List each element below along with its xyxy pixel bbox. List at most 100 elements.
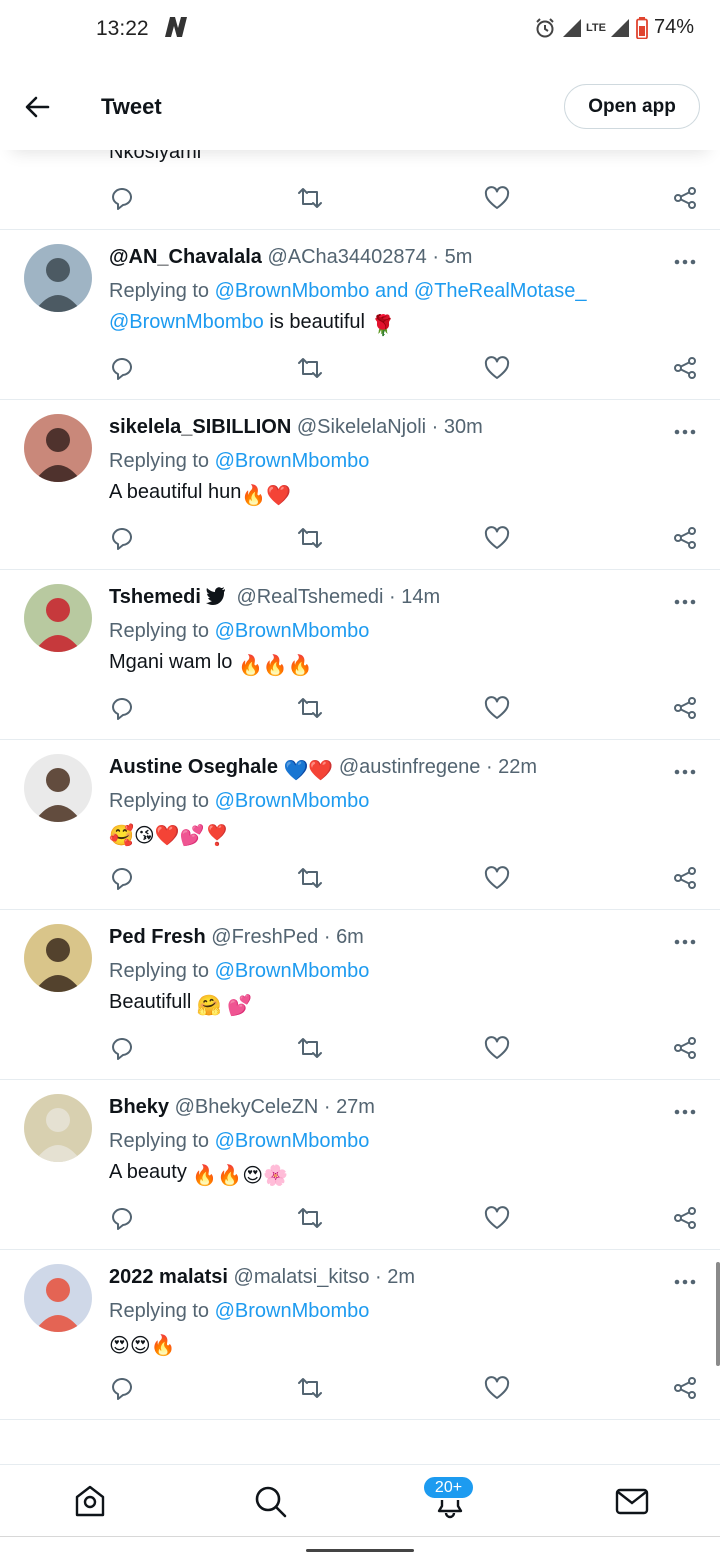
reply-button[interactable]	[109, 865, 135, 891]
replies-feed[interactable]: Busani Mdluli @busani_mdluli · 14mReplyi…	[0, 115, 720, 1465]
scrollbar-thumb[interactable]	[716, 1262, 720, 1366]
author-handle[interactable]: @austinfregene	[339, 756, 481, 778]
like-button[interactable]	[484, 1035, 510, 1061]
nav-messages-button[interactable]	[614, 1483, 650, 1519]
reply-tweet[interactable]: @AN_Chavalala @ACha34402874 · 5m Replying…	[0, 230, 720, 400]
author-handle[interactable]: @ACha34402874	[267, 246, 426, 268]
reply-button[interactable]	[109, 355, 135, 381]
author-handle[interactable]: @BhekyCeleZN	[175, 1096, 319, 1118]
replying-to-mentions[interactable]: @BrownMbombo	[215, 620, 370, 642]
avatar[interactable]	[24, 754, 92, 822]
reply-button[interactable]	[109, 525, 135, 551]
gesture-handle[interactable]	[306, 1549, 414, 1552]
author-name[interactable]: Ped Fresh	[109, 926, 206, 948]
reply-tweet[interactable]: Tshemedi @RealTshemedi · 14m Replying to …	[0, 570, 720, 740]
share-button[interactable]	[672, 1205, 698, 1231]
author-handle[interactable]: @RealTshemedi	[236, 586, 383, 608]
more-icon[interactable]	[673, 767, 697, 777]
tweet-time[interactable]: 27m	[336, 1096, 375, 1118]
author-name[interactable]: Austine Oseghale	[109, 756, 278, 778]
retweet-button[interactable]	[297, 1035, 323, 1061]
avatar[interactable]	[24, 244, 92, 312]
tweet-time[interactable]: 30m	[444, 416, 483, 438]
like-button[interactable]	[484, 525, 510, 551]
author-handle[interactable]: @FreshPed	[211, 926, 318, 948]
retweet-button[interactable]	[297, 865, 323, 891]
avatar[interactable]	[24, 584, 92, 652]
retweet-button[interactable]	[297, 525, 323, 551]
name-emoji: 💙❤️	[283, 760, 334, 782]
share-button[interactable]	[672, 695, 698, 721]
nav-home-button[interactable]	[72, 1483, 108, 1519]
reply-button[interactable]	[109, 695, 135, 721]
share-button[interactable]	[672, 525, 698, 551]
more-icon[interactable]	[673, 257, 697, 267]
tweet-time[interactable]: 22m	[498, 756, 537, 778]
author-name[interactable]: @AN_Chavalala	[109, 246, 262, 268]
replying-to-mentions[interactable]: @BrownMbombo	[215, 790, 370, 812]
like-button[interactable]	[484, 1375, 510, 1401]
replying-to-mentions[interactable]: @BrownMbombo	[215, 1130, 370, 1152]
retweet-button[interactable]	[297, 1375, 323, 1401]
author-handle[interactable]: @malatsi_kitso	[234, 1266, 370, 1288]
share-button[interactable]	[672, 1035, 698, 1061]
body-mention[interactable]: @BrownMbombo	[109, 311, 264, 333]
like-button[interactable]	[484, 185, 510, 211]
replying-to-mentions[interactable]: @BrownMbombo and @TheRealMotase_	[215, 280, 587, 302]
more-icon[interactable]	[673, 1277, 697, 1287]
avatar[interactable]	[24, 924, 92, 992]
retweet-button[interactable]	[297, 695, 323, 721]
reply-tweet[interactable]: Ped Fresh @FreshPed · 6m Replying to @Bro…	[0, 910, 720, 1080]
like-button[interactable]	[484, 1205, 510, 1231]
retweet-button[interactable]	[297, 355, 323, 381]
author-name[interactable]: sikelela_SIBILLION	[109, 416, 291, 438]
author-name[interactable]: Tshemedi	[109, 586, 201, 608]
retweet-icon	[297, 1038, 323, 1065]
author-handle[interactable]: @SikelelaNjoli	[297, 416, 426, 438]
more-icon[interactable]	[673, 597, 697, 607]
nav-search-button[interactable]	[252, 1483, 288, 1519]
back-button[interactable]	[20, 90, 54, 124]
reply-tweet[interactable]: Bheky @BhekyCeleZN · 27m Replying to @Bro…	[0, 1080, 720, 1250]
like-button[interactable]	[484, 865, 510, 891]
reply-button[interactable]	[109, 1205, 135, 1231]
replying-to-mentions[interactable]: @BrownMbombo	[215, 1300, 370, 1322]
reply-tweet[interactable]: 2022 malatsi @malatsi_kitso · 2m Replying…	[0, 1250, 720, 1420]
more-icon[interactable]	[673, 427, 697, 437]
reply-button[interactable]	[109, 1035, 135, 1061]
open-app-button[interactable]: Open app	[564, 84, 700, 129]
replying-to-mentions[interactable]: @BrownMbombo	[215, 960, 370, 982]
reply-button[interactable]	[109, 185, 135, 211]
reply-tweet[interactable]: sikelela_SIBILLION @SikelelaNjoli · 30m R…	[0, 400, 720, 570]
like-button[interactable]	[484, 695, 510, 721]
separator-dot: ·	[318, 1096, 337, 1118]
like-icon	[484, 866, 510, 895]
more-icon[interactable]	[673, 937, 697, 947]
retweet-button[interactable]	[297, 1205, 323, 1231]
status-indicators: LTE 74%	[534, 16, 694, 39]
avatar[interactable]	[24, 414, 92, 482]
reply-tweet[interactable]: Austine Oseghale 💙❤️ @austinfregene · 22…	[0, 740, 720, 910]
tweet-time[interactable]: 2m	[387, 1266, 415, 1288]
avatar[interactable]	[24, 1094, 92, 1162]
tweet-time[interactable]: 14m	[401, 586, 440, 608]
author-name[interactable]: 2022 malatsi	[109, 1266, 228, 1288]
replying-to-label: Replying to	[109, 1300, 210, 1322]
retweet-button[interactable]	[297, 185, 323, 211]
author-name[interactable]: Bheky	[109, 1096, 169, 1118]
replying-to-mentions[interactable]: @BrownMbombo	[215, 450, 370, 472]
more-icon[interactable]	[673, 1107, 697, 1117]
share-button[interactable]	[672, 1375, 698, 1401]
reply-button[interactable]	[109, 1375, 135, 1401]
tweet-time[interactable]: 5m	[445, 246, 473, 268]
retweet-icon	[297, 1208, 323, 1235]
tweet-time[interactable]: 6m	[336, 926, 364, 948]
share-button[interactable]	[672, 865, 698, 891]
avatar[interactable]	[24, 1264, 92, 1332]
body-text: is beautiful	[263, 311, 371, 333]
share-button[interactable]	[672, 185, 698, 211]
share-button[interactable]	[672, 355, 698, 381]
replying-to-line: Replying to @BrownMbombo	[109, 790, 369, 813]
like-button[interactable]	[484, 355, 510, 381]
replying-to-label: Replying to	[109, 620, 210, 642]
